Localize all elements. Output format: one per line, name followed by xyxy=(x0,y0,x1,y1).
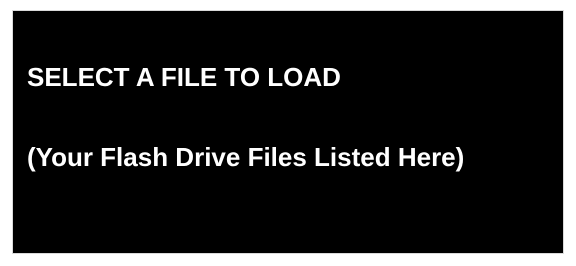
file-load-screen: SELECT A FILE TO LOAD (Your Flash Drive … xyxy=(12,10,564,254)
file-list-placeholder[interactable]: (Your Flash Drive Files Listed Here) xyxy=(27,141,464,173)
select-file-title: SELECT A FILE TO LOAD xyxy=(27,62,341,92)
